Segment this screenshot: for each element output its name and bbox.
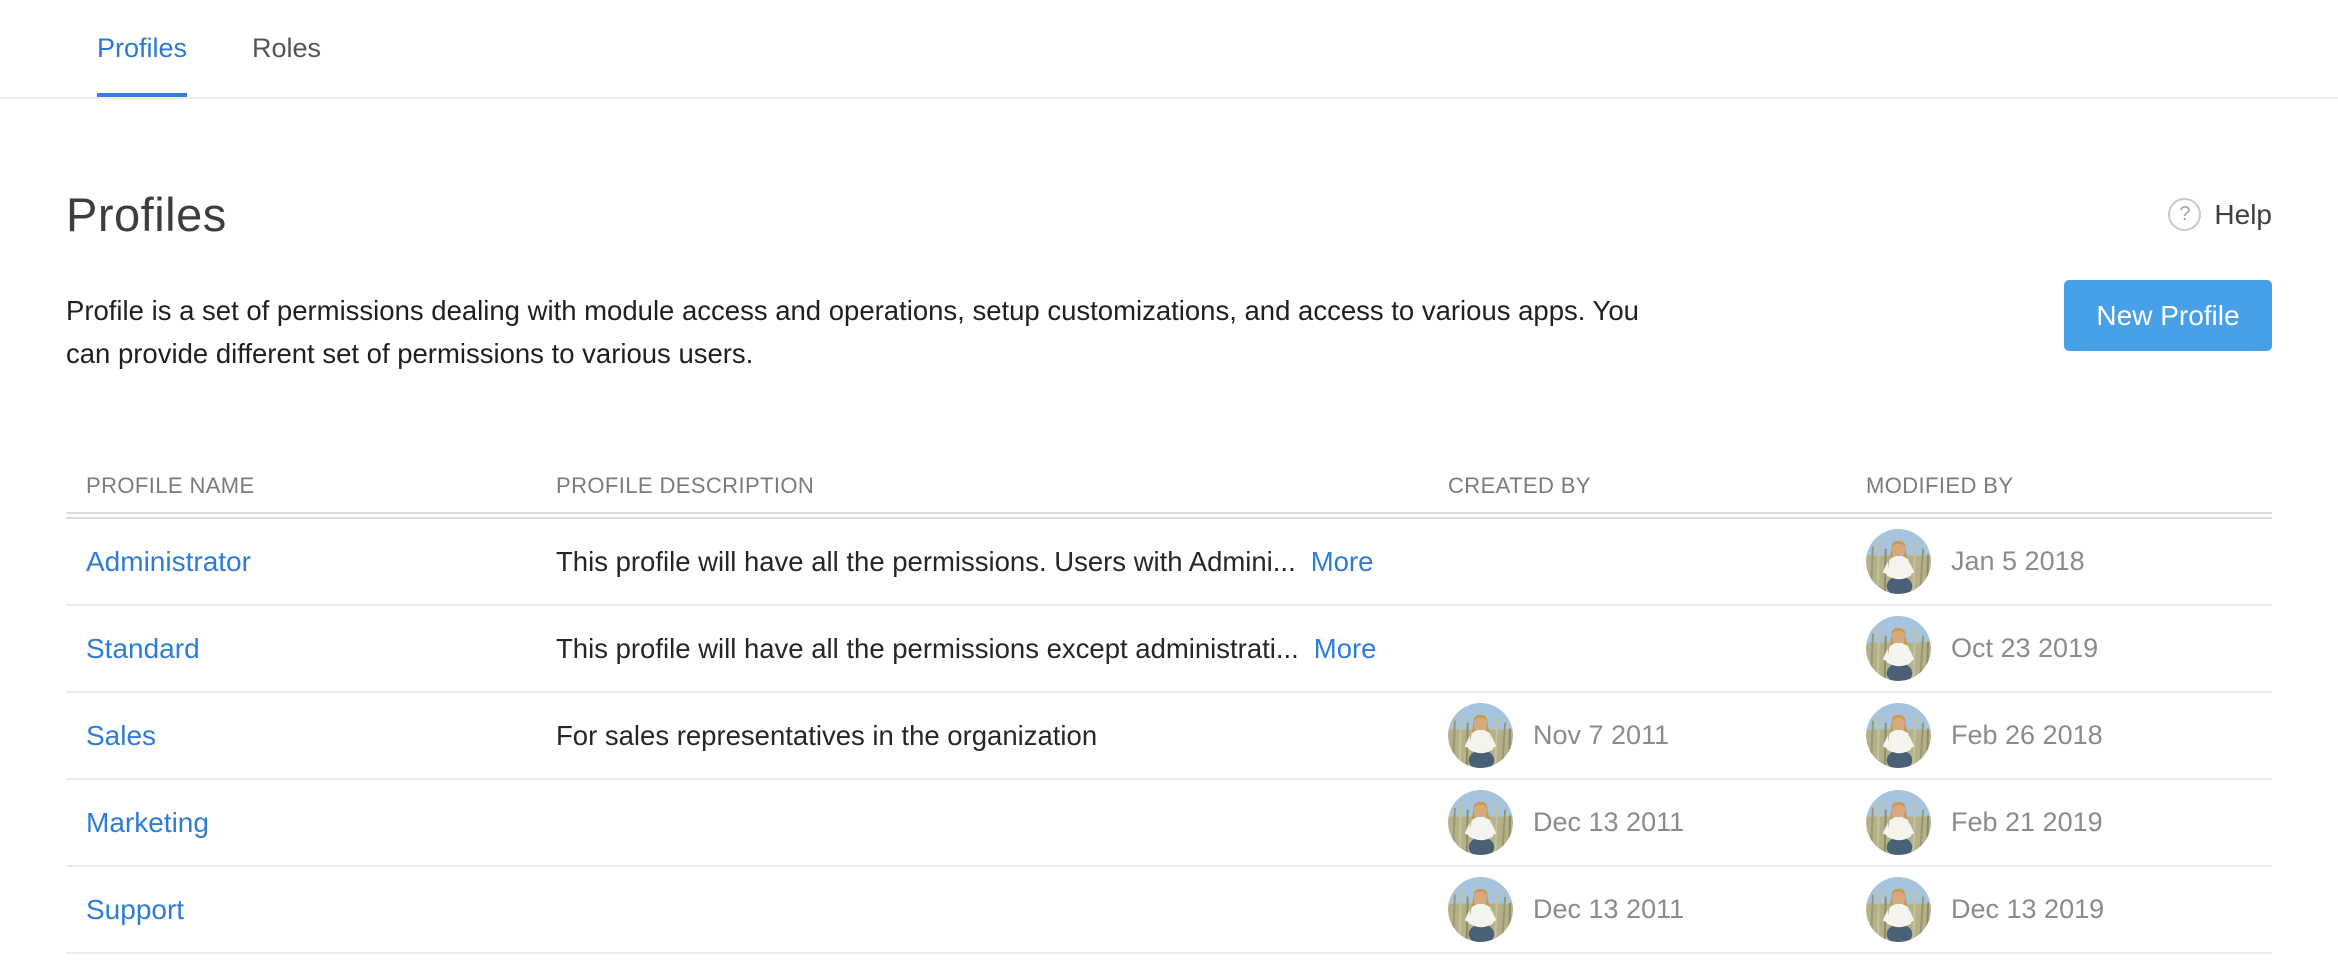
profile-name-cell: Administrator [86,546,556,578]
table-row: Sales For sales representatives in the o… [66,693,2272,780]
modified-by-avatar [1866,529,1931,594]
profile-name-link[interactable]: Standard [86,633,200,664]
created-by-avatar [1448,877,1513,942]
modified-by-cell: Dec 13 2019 [1866,877,2272,942]
page-title: Profiles [66,187,227,242]
table-header-row: PROFILE NAME PROFILE DESCRIPTION CREATED… [66,473,2272,512]
tab-roles[interactable]: Roles [252,0,321,97]
more-link[interactable]: More [1314,633,1377,664]
modified-by-avatar [1866,703,1931,768]
profile-description-cell: This profile will have all the permissio… [556,546,1448,578]
table-row: Standard This profile will have all the … [66,606,2272,693]
column-header-modified-by: MODIFIED BY [1866,473,2272,499]
modified-date: Feb 21 2019 [1951,807,2103,838]
modified-date: Oct 23 2019 [1951,633,2098,664]
profile-description-cell: This profile will have all the permissio… [556,633,1448,665]
profile-description-cell: For sales representatives in the organiz… [556,720,1448,752]
column-header-created-by: CREATED BY [1448,473,1866,499]
profile-description-text: This profile will have all the permissio… [556,546,1296,577]
modified-by-avatar [1866,790,1931,855]
modified-by-cell: Oct 23 2019 [1866,616,2272,681]
table-row: Marketing Dec 13 2011 Feb 21 2019 [66,780,2272,867]
table-header-divider [66,512,2272,519]
profile-name-link[interactable]: Support [86,894,184,925]
more-link[interactable]: More [1311,546,1374,577]
modified-by-avatar [1866,877,1931,942]
page-description-line-2: can provide different set of permissions… [66,332,1639,375]
tab-profiles[interactable]: Profiles [97,0,187,97]
question-circle-icon: ? [2168,198,2201,231]
modified-date: Dec 13 2019 [1951,894,2104,925]
profiles-page: Profiles ? Help Profile is a set of perm… [0,187,2338,954]
table-body: Administrator This profile will have all… [66,519,2272,954]
created-by-cell: Nov 7 2011 [1448,703,1866,768]
created-date: Dec 13 2011 [1533,894,1684,925]
profiles-table: PROFILE NAME PROFILE DESCRIPTION CREATED… [66,473,2272,954]
column-header-profile-description: PROFILE DESCRIPTION [556,473,1448,499]
profile-name-cell: Marketing [86,807,556,839]
table-row: Administrator This profile will have all… [66,519,2272,606]
column-header-profile-name: PROFILE NAME [86,473,556,499]
profile-name-link[interactable]: Administrator [86,546,251,577]
profile-name-link[interactable]: Sales [86,720,156,751]
table-row: Support Dec 13 2011 Dec 13 2019 [66,867,2272,954]
profile-name-cell: Sales [86,720,556,752]
settings-tab-bar: Profiles Roles [0,0,2338,99]
page-description: Profile is a set of permissions dealing … [66,289,1639,375]
modified-by-cell: Feb 21 2019 [1866,790,2272,855]
profile-description-text: This profile will have all the permissio… [556,633,1299,664]
modified-date: Jan 5 2018 [1951,546,2085,577]
modified-by-cell: Jan 5 2018 [1866,529,2272,594]
created-by-cell: Dec 13 2011 [1448,877,1866,942]
new-profile-button[interactable]: New Profile [2064,280,2272,351]
help-label: Help [2214,199,2272,231]
profile-name-link[interactable]: Marketing [86,807,209,838]
modified-by-avatar [1866,616,1931,681]
profile-name-cell: Support [86,894,556,926]
created-by-cell: Dec 13 2011 [1448,790,1866,855]
modified-date: Feb 26 2018 [1951,720,2103,751]
help-link[interactable]: ? Help [2168,198,2272,231]
profile-name-cell: Standard [86,633,556,665]
created-by-avatar [1448,703,1513,768]
modified-by-cell: Feb 26 2018 [1866,703,2272,768]
created-by-avatar [1448,790,1513,855]
created-date: Nov 7 2011 [1533,720,1669,751]
page-description-line-1: Profile is a set of permissions dealing … [66,289,1639,332]
profile-description-text: For sales representatives in the organiz… [556,720,1097,751]
created-date: Dec 13 2011 [1533,807,1684,838]
